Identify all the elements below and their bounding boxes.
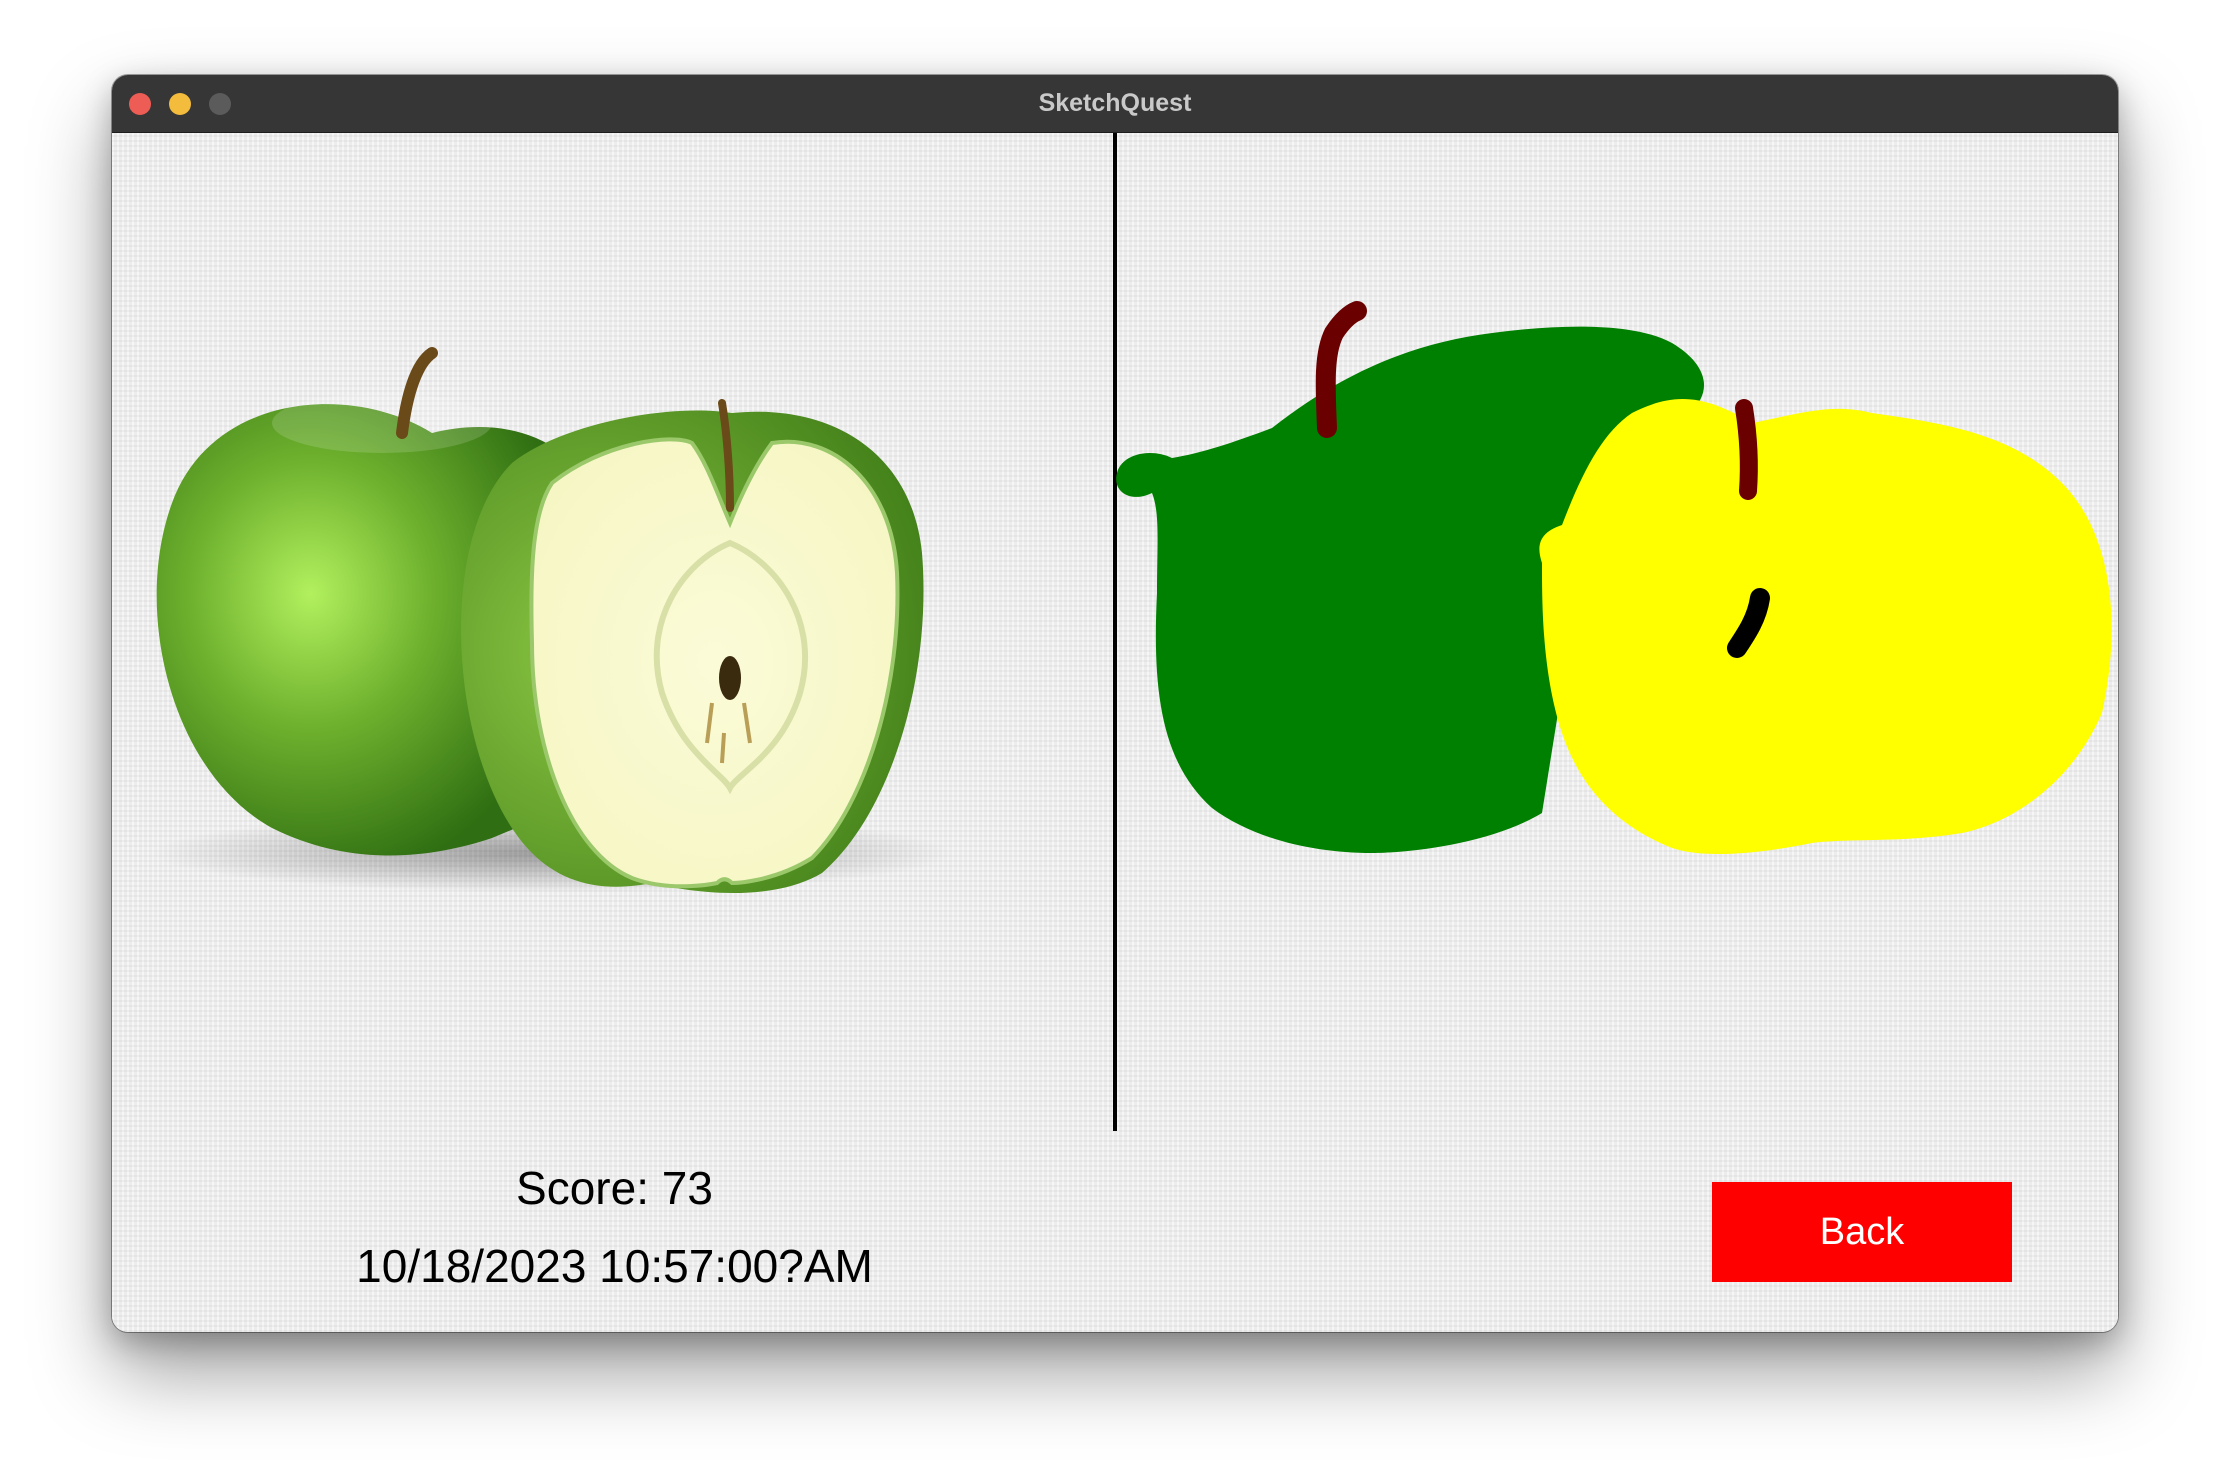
app-window: SketchQuest Score: 73 10/18/2023 10:57:0… (112, 75, 2118, 1332)
window-title: SketchQuest (1038, 89, 1192, 117)
reference-apple-image (152, 347, 952, 893)
title-bar: SketchQuest (112, 75, 2118, 133)
user-drawing-canvas (1116, 301, 2112, 855)
drawing-yellow-apple (1539, 399, 2112, 855)
half-apple-flesh (529, 437, 900, 889)
back-button[interactable]: Back (1712, 1182, 2012, 1282)
timestamp-label: 10/18/2023 10:57:00?AM (356, 1240, 873, 1292)
results-content: Score: 73 10/18/2023 10:57:00?AM Back (112, 133, 2118, 1332)
score-label: Score: 73 (516, 1162, 713, 1214)
drawing-yellow-apple-stem (1735, 399, 1758, 500)
